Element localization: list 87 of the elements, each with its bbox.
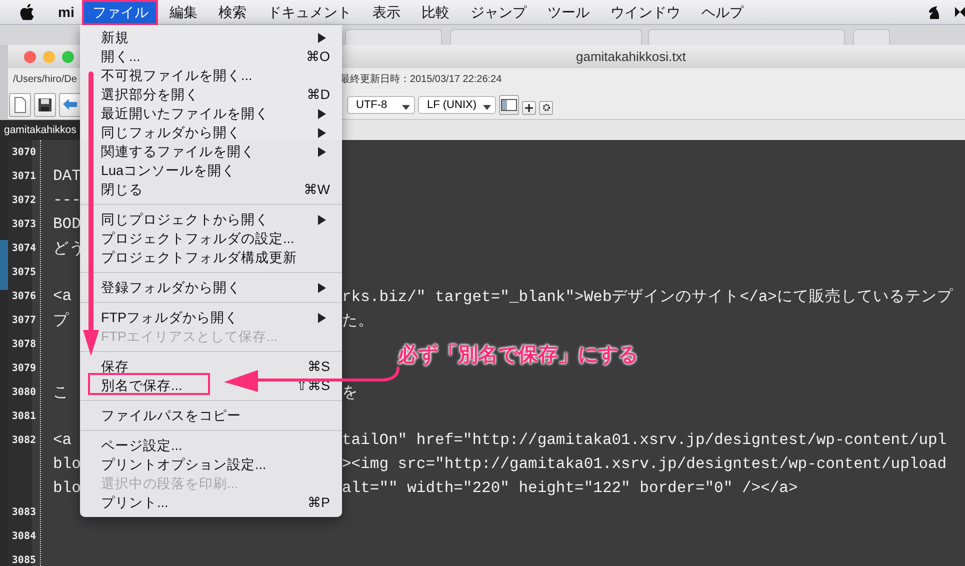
menu-item[interactable]: 不可視ファイルを開く... bbox=[80, 66, 342, 85]
menu-item[interactable]: プロジェクトフォルダ構成更新 bbox=[80, 248, 342, 267]
settings-button[interactable] bbox=[539, 100, 553, 114]
panel-button[interactable] bbox=[499, 94, 519, 114]
knight-icon[interactable] bbox=[927, 4, 941, 20]
add-button[interactable] bbox=[522, 100, 536, 114]
menu-item[interactable]: 同じプロジェクトから開く bbox=[80, 210, 342, 229]
line-number: 3085 bbox=[12, 554, 36, 566]
menu-item[interactable]: ページ設定... bbox=[80, 436, 342, 455]
gear-icon bbox=[542, 103, 550, 112]
plus-icon bbox=[525, 104, 533, 112]
caret-icon bbox=[402, 105, 410, 110]
undo-button[interactable] bbox=[59, 92, 81, 116]
line-number: 3082 bbox=[12, 434, 36, 446]
menu-bar-item[interactable]: ファイル bbox=[82, 0, 158, 24]
save-button[interactable] bbox=[34, 92, 56, 116]
line-number: 3073 bbox=[12, 218, 36, 230]
code-text: rks.biz/" target="_blank">Webデザインのサイト</a>にて販売しているテンプ bbox=[342, 286, 953, 306]
code-text: <a bbox=[53, 431, 72, 449]
menu-item[interactable]: 閉じる ⌘W bbox=[80, 180, 342, 199]
menu-item[interactable]: 選択部分を開く ⌘D bbox=[80, 85, 342, 104]
menu-bar-item[interactable]: ジャンプ bbox=[460, 0, 536, 24]
line-ending-dropdown[interactable]: LF (UNIX) bbox=[418, 96, 496, 114]
line-number: 3077 bbox=[12, 314, 36, 326]
code-text: こ bbox=[53, 384, 69, 402]
menu-bar-item[interactable]: ウインドウ bbox=[600, 0, 690, 24]
callout-text: 必ず「別名で保存」にする bbox=[398, 342, 638, 368]
panel-icon bbox=[501, 98, 517, 110]
line-number: 3084 bbox=[12, 530, 36, 542]
menu-item[interactable]: 保存 ⌘S bbox=[80, 357, 342, 376]
menu-item[interactable]: ファイルパスをコピー bbox=[80, 406, 342, 425]
code-text: blo bbox=[53, 479, 81, 497]
line-number: 3080 bbox=[12, 386, 36, 398]
line-number: 3070 bbox=[12, 146, 36, 158]
menu-bar-item[interactable]: ツール bbox=[537, 0, 600, 24]
encoding-dropdown[interactable]: UTF-8 bbox=[347, 96, 415, 114]
triangles-icon[interactable] bbox=[955, 6, 965, 18]
code-text: プ bbox=[53, 312, 69, 330]
code-text: <a bbox=[53, 287, 72, 305]
menu-item[interactable]: 同じフォルダから開く bbox=[80, 123, 342, 142]
code-text: alt="" width="220" height="122" border="0" /></a> bbox=[342, 479, 798, 497]
code-text: tailOn" href="http://gamitaka01.xsrv.jp/designtest/wp-content/upl bbox=[342, 431, 947, 449]
line-number: 3071 bbox=[12, 170, 36, 182]
menu-item[interactable]: Luaコンソールを開く bbox=[80, 161, 342, 180]
line-number: 3083 bbox=[12, 506, 36, 518]
code-text: --- bbox=[53, 191, 81, 209]
menu-bar-item[interactable]: 編集 bbox=[159, 0, 208, 24]
code-text: DAT bbox=[53, 167, 81, 185]
menu-bar-item[interactable]: 比較 bbox=[411, 0, 460, 24]
line-number: 3081 bbox=[12, 410, 36, 422]
menu-item[interactable]: プロジェクトフォルダの設定... bbox=[80, 229, 342, 248]
line-number: 3078 bbox=[12, 338, 36, 350]
caret-icon bbox=[483, 105, 491, 110]
line-number: 3074 bbox=[12, 242, 36, 254]
menu-item[interactable]: 最近開いたファイルを開く bbox=[80, 104, 342, 123]
file-path: /Users/hiro/De bbox=[13, 74, 77, 84]
menu-item[interactable]: 関連するファイルを開く bbox=[80, 142, 342, 161]
new-document-button[interactable] bbox=[9, 92, 31, 116]
menu-item[interactable]: FTPフォルダから開く bbox=[80, 308, 342, 327]
window-title: gamitakahikkosi.txt bbox=[576, 49, 686, 64]
shortcut-label: ⌘O bbox=[306, 48, 330, 64]
shortcut-label: ⌘P bbox=[307, 494, 330, 510]
menu-bar-item[interactable]: ヘルプ bbox=[691, 0, 754, 24]
menu-item[interactable]: プリント... ⌘P bbox=[80, 493, 342, 512]
code-text: blo bbox=[53, 455, 81, 473]
left-arrow-icon bbox=[62, 98, 78, 110]
line-number: 3072 bbox=[12, 194, 36, 206]
document-tab[interactable]: gamitakahikkos bbox=[0, 120, 80, 140]
line-number: 3075 bbox=[12, 266, 36, 278]
line-number: 3076 bbox=[12, 290, 36, 302]
code-text: ><img src="http://gamitaka01.xsrv.jp/designtest/wp-content/upload bbox=[342, 455, 947, 473]
code-text: BOD bbox=[53, 215, 81, 233]
menu-bar-item[interactable]: 表示 bbox=[362, 0, 410, 24]
line-number: 3079 bbox=[12, 362, 36, 374]
menu-bar-item[interactable]: ドキュメント bbox=[257, 0, 362, 24]
app-name[interactable]: mi bbox=[54, 4, 78, 20]
shortcut-label: ⌘D bbox=[306, 86, 330, 102]
document-icon bbox=[14, 96, 26, 112]
shortcut-label: ⌘W bbox=[304, 182, 330, 198]
menu-bar-item[interactable]: 検索 bbox=[208, 0, 256, 24]
apple-icon[interactable] bbox=[20, 4, 34, 20]
shortcut-label: ⌘S bbox=[307, 358, 330, 374]
code-text: た。 bbox=[342, 310, 374, 330]
code-text: を bbox=[342, 382, 358, 402]
menu-item[interactable]: プリントオプション設定... bbox=[80, 455, 342, 474]
menu-item[interactable]: 開く... ⌘O bbox=[80, 47, 342, 66]
menu-item[interactable]: 登録フォルダから開く bbox=[80, 278, 342, 297]
